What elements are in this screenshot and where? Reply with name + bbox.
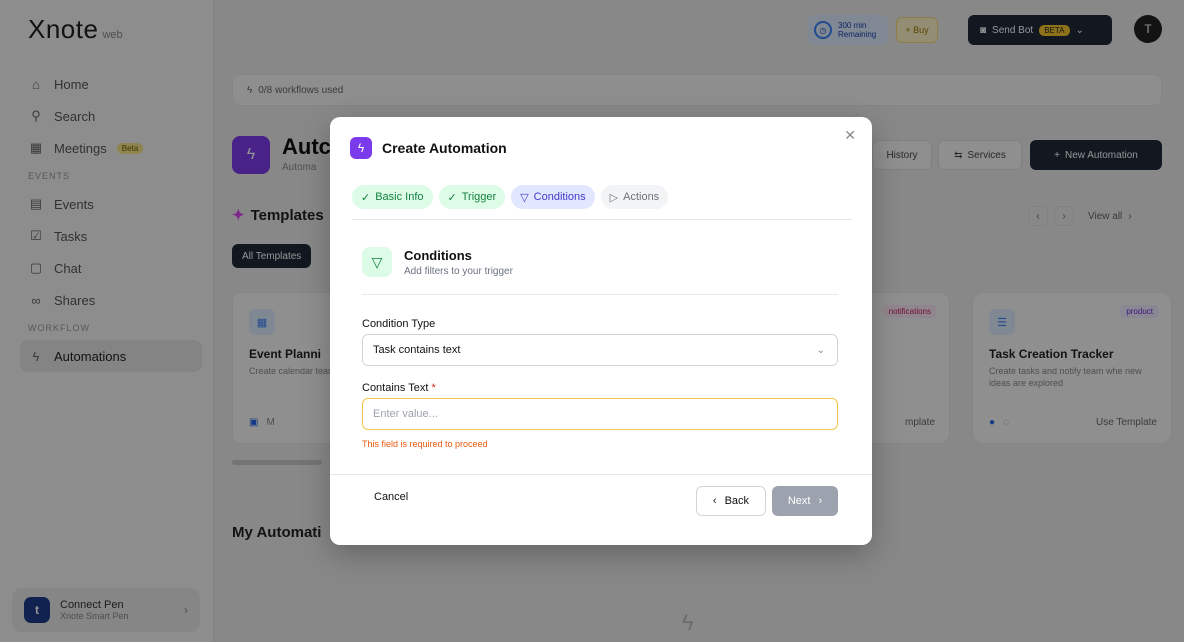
dialog-title: Create Automation	[382, 140, 507, 156]
select-value: Task contains text	[373, 344, 461, 356]
required-mark: *	[431, 382, 436, 394]
check-icon: ✓	[447, 191, 457, 204]
condition-type-label: Condition Type	[362, 318, 436, 330]
section-header: ▽ Conditions Add filters to your trigger	[362, 247, 513, 277]
create-automation-dialog: ✕ ϟ Create Automation ✓ Basic Info ✓ Tri…	[330, 117, 872, 545]
section-text: Conditions Add filters to your trigger	[404, 248, 513, 277]
back-label: Back	[724, 495, 750, 507]
step-indicator: ✓ Basic Info ✓ Trigger ▽ Conditions ▷ Ac…	[352, 185, 669, 209]
step-basic-info[interactable]: ✓ Basic Info	[352, 185, 433, 209]
step-label: Basic Info	[375, 191, 424, 203]
close-icon[interactable]: ✕	[844, 127, 856, 144]
step-trigger[interactable]: ✓ Trigger	[438, 185, 506, 209]
filter-icon: ▽	[520, 191, 529, 204]
next-button[interactable]: Next ›	[772, 486, 838, 516]
back-button[interactable]: ‹ Back	[696, 486, 766, 516]
chevron-left-icon: ‹	[712, 495, 717, 507]
divider	[352, 219, 852, 220]
step-label: Trigger	[461, 191, 497, 203]
divider	[330, 474, 872, 475]
step-label: Actions	[623, 191, 660, 203]
contains-text-label: Contains Text *	[362, 382, 436, 394]
next-label: Next	[787, 495, 811, 507]
step-actions[interactable]: ▷ Actions	[600, 185, 669, 209]
bolt-icon: ϟ	[350, 137, 372, 159]
label-text: Contains Text	[362, 382, 429, 394]
dialog-header: ϟ Create Automation	[350, 137, 507, 159]
section-subtitle: Add filters to your trigger	[404, 265, 513, 277]
step-label: Conditions	[533, 191, 586, 203]
divider	[362, 294, 838, 295]
check-icon: ✓	[361, 191, 371, 204]
chevron-down-icon: ⌄	[816, 344, 825, 356]
chevron-right-icon: ›	[818, 495, 823, 507]
condition-type-select[interactable]: Task contains text ⌄	[362, 334, 838, 366]
cancel-button[interactable]: Cancel	[374, 491, 408, 503]
filter-icon: ▽	[362, 247, 392, 277]
validation-error: This field is required to proceed	[362, 439, 488, 449]
play-icon: ▷	[609, 191, 619, 204]
section-title: Conditions	[404, 247, 472, 263]
contains-text-input[interactable]	[362, 398, 838, 430]
step-conditions[interactable]: ▽ Conditions	[511, 185, 595, 209]
